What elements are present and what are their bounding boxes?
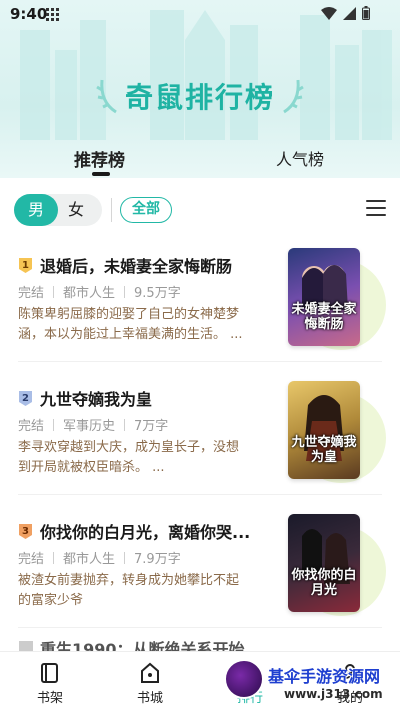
book-description: 李寻欢穿越到大庆，成为皇长子，没想到开局就被权臣暗杀。 ... [18,440,240,475]
watermark-url: www.j313.com [284,687,383,701]
nav-bookshelf[interactable]: 书架 [20,658,80,708]
app-grid-icon [46,8,59,21]
gender-toggle[interactable]: 男 女 [14,194,102,226]
rank-badge-icon: 2 [19,391,32,406]
rank-badge-icon [19,641,33,651]
book-item[interactable]: 1 退婚后，未婚妻全家悔断肠 完结 都市人生 9.5万字 陈策卑躬屈膝的迎娶了自… [0,248,400,378]
book-meta: 完结 都市人生 7.9万字 [18,548,181,567]
divider [18,494,382,495]
category-all-chip[interactable]: 全部 [120,197,172,223]
menu-icon[interactable] [366,200,386,218]
title-banner: 奇鼠排行榜 [0,70,400,120]
battery-icon [362,6,370,20]
header: 9:40 奇鼠排行榜 推荐榜 人气榜 [0,0,400,178]
divider [18,627,382,628]
nav-label: 书城 [136,691,163,706]
nav-bookstore[interactable]: 书城 [120,658,180,708]
filter-bar: 男 女 全部 [0,178,400,240]
book-title[interactable]: 九世夺嫡我为皇 [40,386,152,410]
wifi-icon [321,6,337,20]
page-title: 奇鼠排行榜 [124,81,275,114]
bookshelf-icon [41,663,58,683]
bookstore-icon [141,662,159,683]
book-cover[interactable]: 你找你的白月光 [288,514,360,612]
book-status: 完结 [18,419,45,434]
book-item[interactable]: 2 九世夺嫡我为皇 完结 军事历史 7万字 李寻欢穿越到大庆，成为皇长子，没想到… [0,381,400,511]
book-status: 完结 [18,552,45,567]
book-title[interactable]: 重生1990：从断绝关系开始 [40,636,245,651]
book-word-count: 9.5万字 [134,286,181,301]
laurel-right-icon [283,79,304,114]
book-word-count: 7.9万字 [134,552,181,567]
book-meta: 完结 军事历史 7万字 [18,415,168,434]
tab-recommend[interactable]: 推荐榜 [74,146,125,171]
book-title[interactable]: 退婚后，未婚妻全家悔断肠 [40,253,232,277]
divider [18,361,382,362]
active-tab-indicator [92,172,110,176]
book-genre: 都市人生 [63,286,116,301]
signal-icon [343,6,356,20]
tab-popularity[interactable]: 人气榜 [276,146,324,170]
nav-label: 书架 [36,691,63,706]
rank-badge-icon: 3 [19,524,32,539]
watermark: 基伞手游资源网 www.j313.com [224,657,400,711]
book-item-partial[interactable]: 重生1990：从断绝关系开始 [18,630,278,651]
book-cover[interactable]: 九世夺嫡我为皇 [288,381,360,479]
cover-title: 九世夺嫡我为皇 [291,435,357,465]
ranking-tabs: 推荐榜 人气榜 [0,140,400,178]
book-meta: 完结 都市人生 9.5万字 [18,282,181,301]
book-description: 被渣女前妻抛弃，转身成为她攀比不起的富家少爷 [18,573,240,608]
book-title[interactable]: 你找你的白月光，离婚你哭... [40,519,250,543]
watermark-text: 基伞手游资源网 [268,667,381,686]
book-status: 完结 [18,286,45,301]
svg-text:2: 2 [22,393,29,404]
status-time: 9:40 [10,5,48,23]
watermark-logo-icon [224,659,264,699]
book-genre: 军事历史 [63,419,116,434]
divider [111,198,112,222]
gender-male-option[interactable]: 男 [14,194,58,226]
cover-title: 你找你的白月光 [291,568,357,598]
gender-female-option[interactable]: 女 [68,194,84,226]
svg-text:3: 3 [22,526,29,537]
book-item[interactable]: 3 你找你的白月光，离婚你哭... 完结 都市人生 7.9万字 被渣女前妻抛弃，… [0,514,400,644]
cover-title: 未婚妻全家悔断肠 [291,302,357,332]
book-description: 陈策卑躬屈膝的迎娶了自己的女神楚梦涵，本以为能过上幸福美满的生活。 ... [18,307,243,342]
book-genre: 都市人生 [63,552,116,567]
status-bar: 9:40 [0,0,400,28]
svg-text:1: 1 [22,260,29,271]
book-cover[interactable]: 未婚妻全家悔断肠 [288,248,360,346]
book-word-count: 7万字 [134,419,169,434]
rank-badge-icon: 1 [19,258,32,273]
